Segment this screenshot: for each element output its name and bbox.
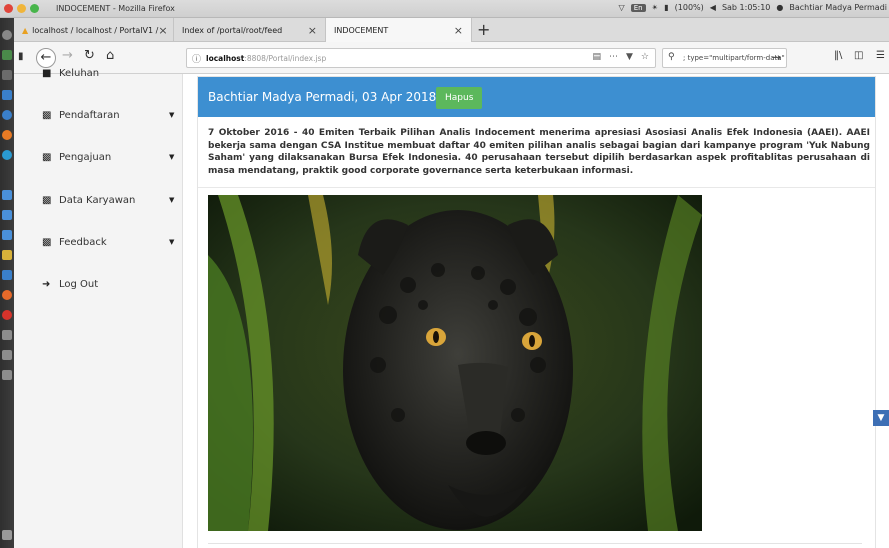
pocket-icon[interactable]: ▼ [626,52,633,62]
maximize-window-button[interactable] [30,4,39,13]
search-input[interactable]: ⚲ ; type="multipart/form-data" → [662,48,787,68]
feed-post: Bachtiar Madya Permadi, 03 Apr 2018 Hapu… [197,76,876,548]
close-tab-icon[interactable]: × [454,24,463,37]
settings-icon[interactable] [2,30,12,40]
app-icon[interactable] [2,110,12,120]
sidebar-item-keluhan[interactable]: ■ Keluhan [14,58,183,88]
caret-down-icon: ▼ [169,238,175,246]
battery-icon[interactable]: ▮ [664,3,668,12]
jaguar-photo [208,195,702,531]
sidebar-item-label: Data Karyawan [59,194,136,206]
users-icon: ▩ [42,151,52,163]
close-tab-icon[interactable]: × [308,24,317,37]
divider [198,187,875,188]
caret-down-icon: ▼ [169,111,175,119]
language-indicator[interactable]: En [630,3,646,12]
tab-bar: ▲ localhost / localhost / PortalV1 / × I… [14,18,889,42]
battery-percent: (100%) [674,3,704,12]
caret-down-icon: ▼ [169,196,175,204]
search-icon: ⚲ [668,52,675,62]
floating-action-icon[interactable]: ▼ [873,410,889,426]
sidebar-item-label: Keluhan [59,67,100,79]
users-icon: ■ [42,67,52,79]
tab-label: INDOCEMENT [334,25,389,35]
app-icon[interactable] [2,150,12,160]
search-go-icon[interactable]: → [772,51,781,64]
users-icon: ▩ [42,194,52,206]
new-tab-button[interactable]: + [477,20,490,39]
users-icon: ▩ [42,236,52,248]
app-icon[interactable] [2,210,12,220]
os-user-name[interactable]: Bachtiar Madya Permadi [789,3,887,12]
caret-down-icon: ▼ [169,153,175,161]
window-title: INDOCEMENT - Mozilla Firefox [56,4,175,13]
post-body-text: 7 Oktober 2016 - 40 Emiten Terbaik Pilih… [208,128,870,177]
post-author-date: Bachtiar Madya Permadi, 03 Apr 2018 [208,90,437,104]
sidebar-item-label: Feedback [59,236,107,248]
os-top-bar: INDOCEMENT - Mozilla Firefox ▽ En ✴ ▮ (1… [0,0,889,18]
menu-icon[interactable]: ☰ [876,50,885,61]
firefox-icon[interactable] [2,130,12,140]
sidebar-item-data-karyawan[interactable]: ▩ Data Karyawan ▼ [14,185,183,215]
wifi-icon[interactable]: ▽ [619,3,625,12]
app-icon[interactable] [2,310,12,320]
app-icon[interactable] [2,350,12,360]
volume-icon[interactable]: ◀ [710,3,716,12]
app-icon[interactable] [2,230,12,240]
app-icon[interactable] [2,70,12,80]
post-header: Bachtiar Madya Permadi, 03 Apr 2018 Hapu… [198,77,875,117]
sign-out-icon: ➜ [42,278,51,290]
phpmyadmin-icon: ▲ [22,25,29,35]
close-tab-icon[interactable]: × [158,24,167,37]
page-actions-icon[interactable]: ⋯ [609,52,618,62]
bluetooth-icon[interactable]: ✴ [652,3,659,12]
next-post-edge [208,543,862,546]
tab-label: localhost / localhost / PortalV1 / [32,25,159,35]
info-icon[interactable]: ⓘ [192,52,201,65]
app-icon[interactable] [2,270,12,280]
library-icon[interactable]: ‖\ [834,50,842,61]
reader-view-icon[interactable]: ▤ [592,52,601,62]
url-host: localhost [206,54,245,63]
close-window-button[interactable] [4,4,13,13]
app-icon[interactable] [2,290,12,300]
app-icon[interactable] [2,50,12,60]
sidebar-item-feedback[interactable]: ▩ Feedback ▼ [14,227,183,257]
main-content: Bachtiar Madya Permadi, 03 Apr 2018 Hapu… [183,74,889,548]
bookmark-star-icon[interactable]: ☆ [641,52,649,62]
trash-icon[interactable] [2,530,12,540]
sidebar-item-pengajuan[interactable]: ▩ Pengajuan ▼ [14,142,183,172]
search-text: ; type="multipart/form-data" [683,54,785,62]
app-icon[interactable] [2,190,12,200]
tab-indocement[interactable]: INDOCEMENT × [326,18,472,42]
clock[interactable]: Sab 1:05:10 [722,3,770,12]
url-text[interactable]: localhost:8808/Portal/index.jsp [206,54,326,63]
app-icon[interactable] [2,90,12,100]
app-launcher [0,18,14,548]
app-icon[interactable] [2,370,12,380]
minimize-window-button[interactable] [17,4,26,13]
sidebar-item-label: Pendaftaran [59,109,120,121]
sidebar-icon[interactable]: ◫ [854,50,863,61]
url-bar[interactable]: ⓘ localhost:8808/Portal/index.jsp ▤ ⋯ ▼ … [186,48,656,68]
delete-post-button[interactable]: Hapus [436,87,483,109]
app-icon[interactable] [2,250,12,260]
apple-icon: ● [776,3,784,12]
users-icon: ▩ [42,109,52,121]
sidebar: ■ Keluhan ▩ Pendaftaran ▼ ▩ Pengajuan ▼ … [14,68,183,548]
sidebar-item-log-out[interactable]: ➜ Log Out [14,269,183,299]
tab-label: Index of /portal/root/feed [182,25,283,35]
url-path: :8808/Portal/index.jsp [244,54,327,63]
post-image-jaguar [208,195,702,531]
app-icon[interactable] [2,330,12,340]
tab-feed-index[interactable]: Index of /portal/root/feed × [174,18,326,42]
sidebar-item-label: Pengajuan [59,151,112,163]
sidebar-item-label: Log Out [59,278,99,290]
window-controls[interactable] [4,4,39,13]
sidebar-item-pendaftaran[interactable]: ▩ Pendaftaran ▼ [14,100,183,130]
tab-phpmyadmin[interactable]: ▲ localhost / localhost / PortalV1 / × [14,18,174,42]
os-indicators: ▽ En ✴ ▮ (100%) ◀ Sab 1:05:10 ● Bachtiar… [619,3,887,12]
